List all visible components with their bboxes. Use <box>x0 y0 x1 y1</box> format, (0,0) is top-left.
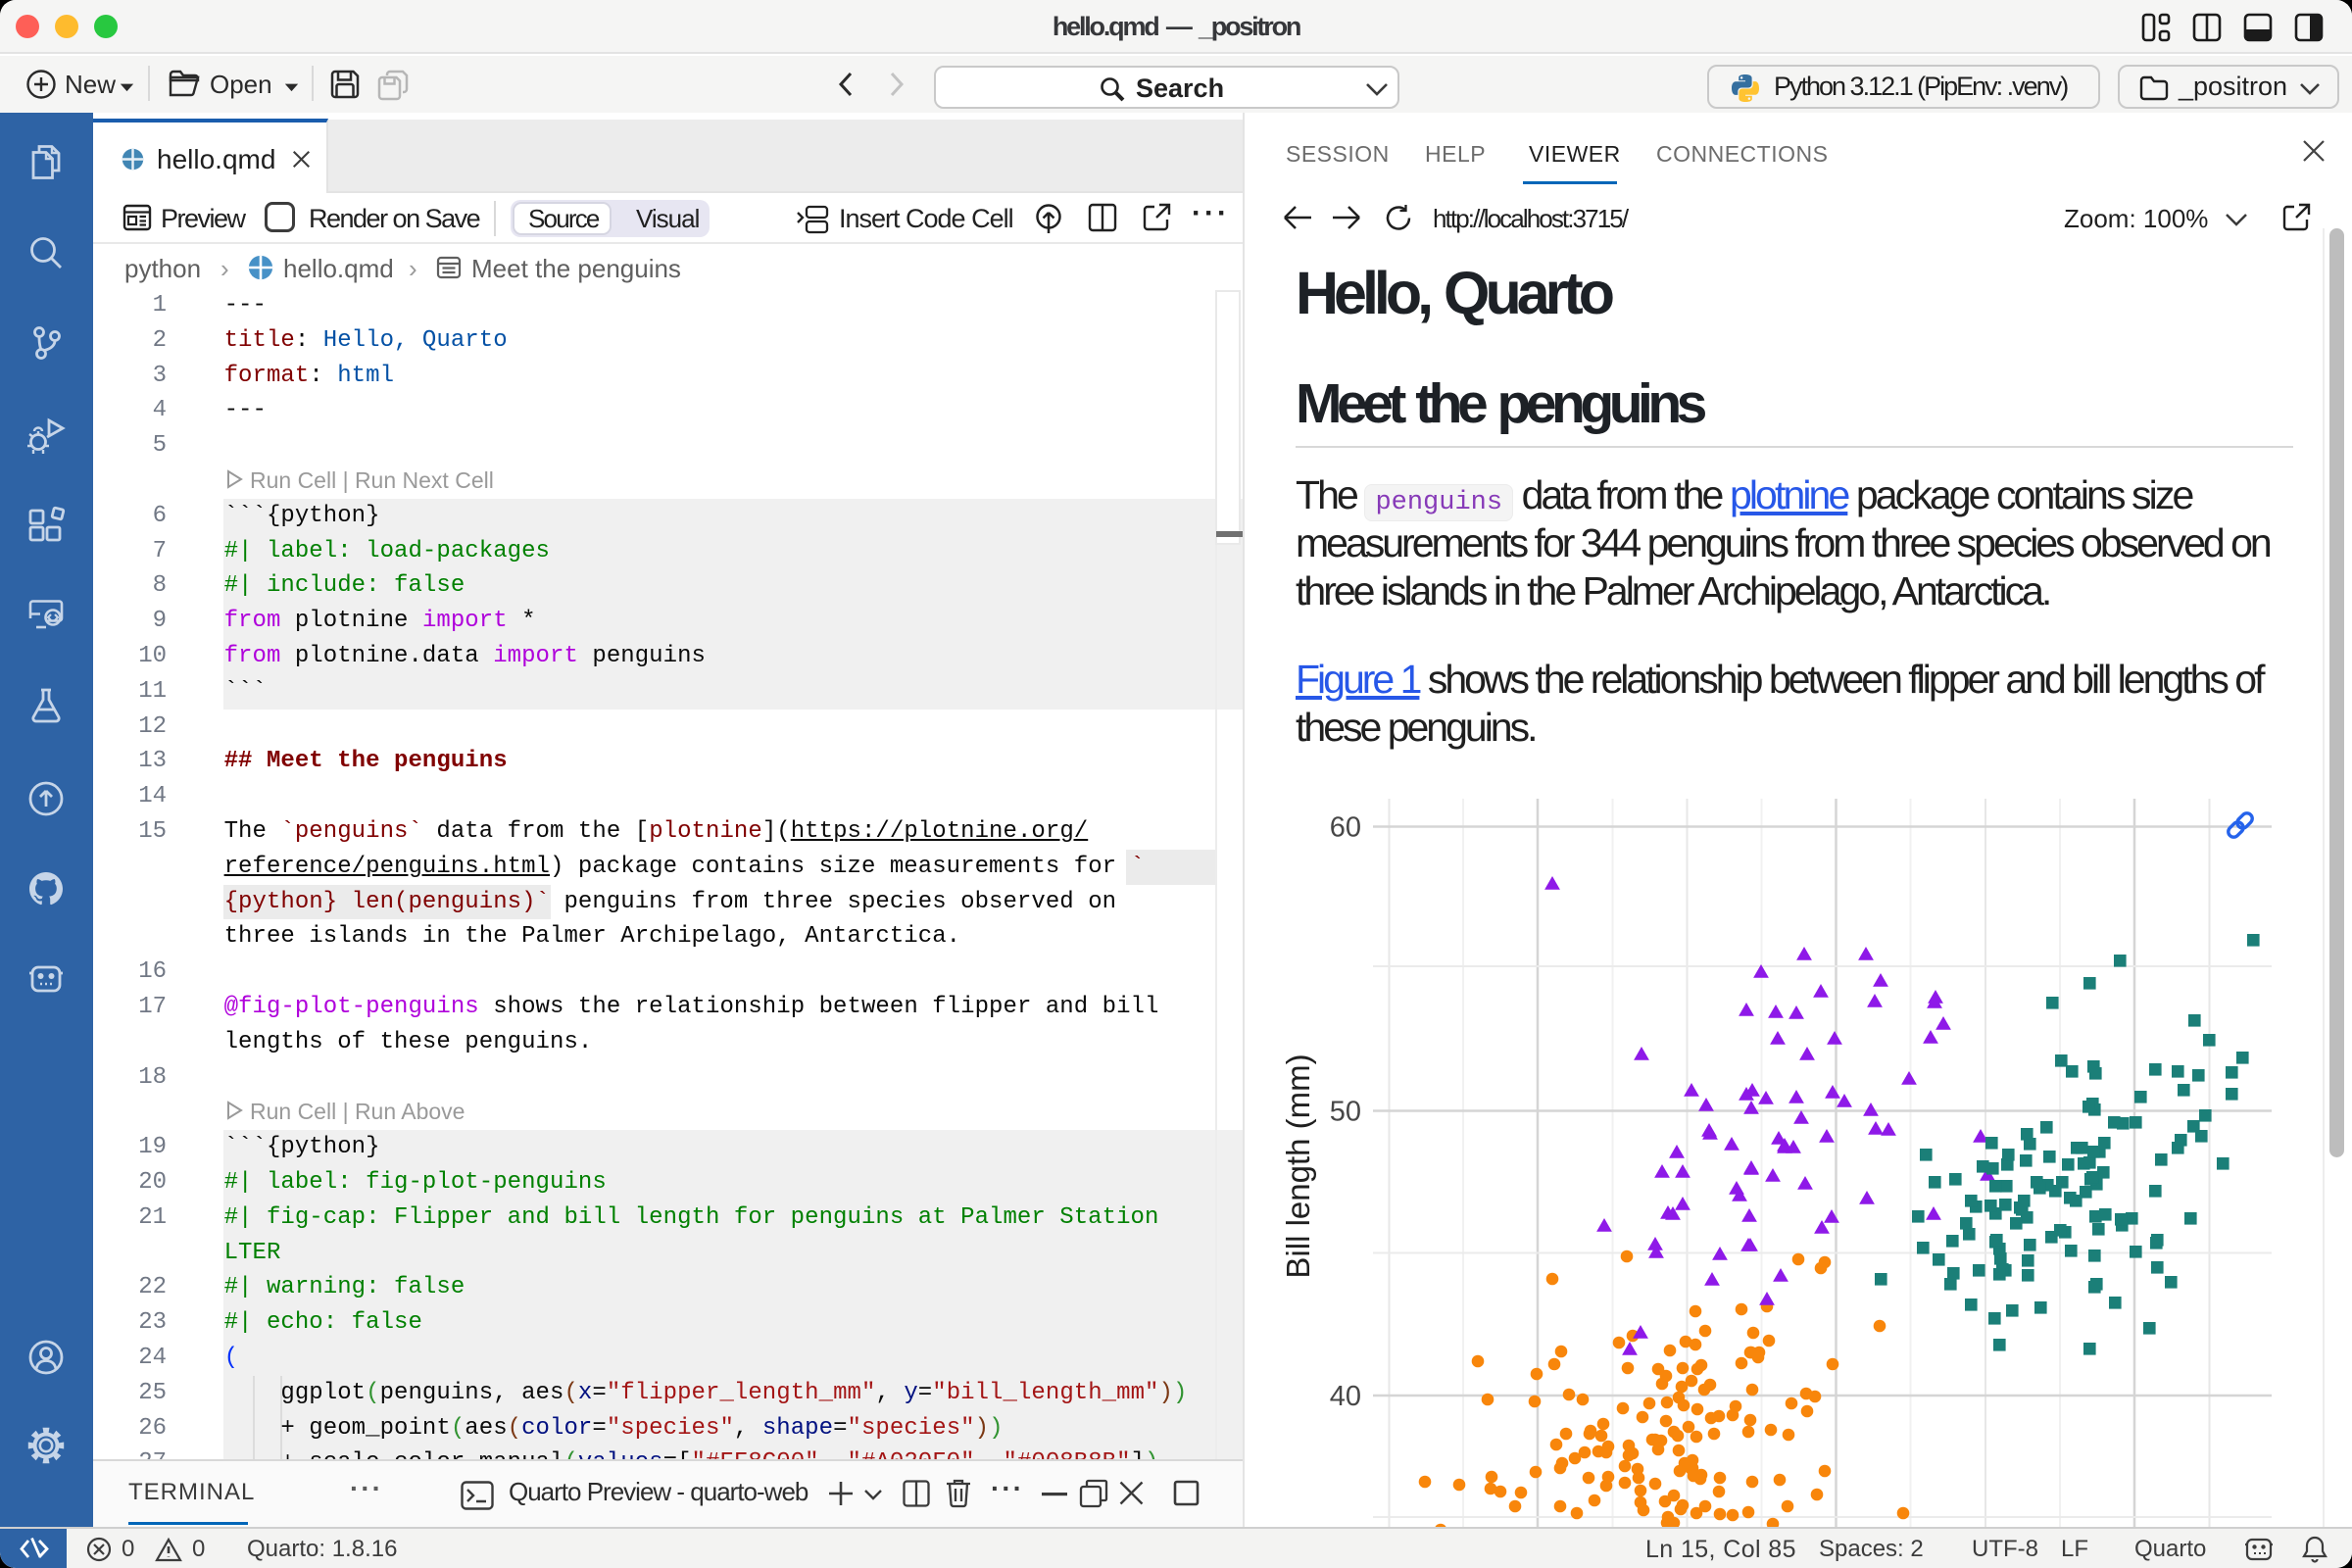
svg-text:40: 40 <box>1330 1381 1361 1412</box>
svg-text:Bill length (mm): Bill length (mm) <box>1280 1054 1316 1278</box>
svg-text:60: 60 <box>1330 812 1361 844</box>
svg-text:50: 50 <box>1330 1097 1361 1128</box>
